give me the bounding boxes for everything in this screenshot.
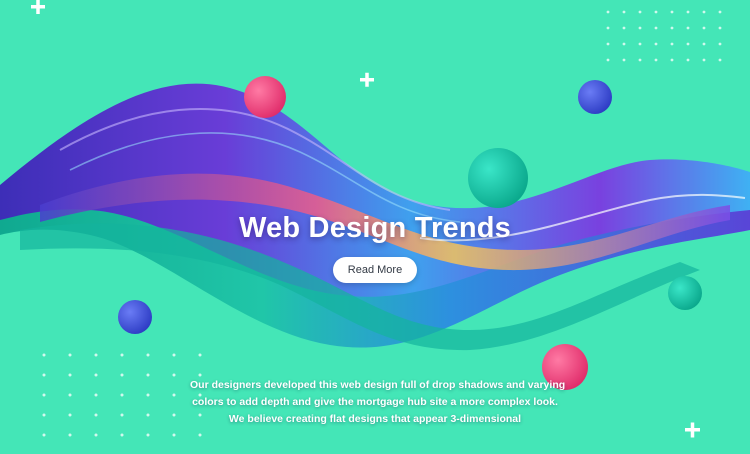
teal-sphere-large <box>468 148 528 208</box>
pink-sphere <box>244 76 286 118</box>
read-more-button[interactable]: Read More <box>333 257 417 283</box>
dot-grid-bottom-left <box>42 353 202 437</box>
description-line: Our designers developed this web design … <box>190 379 566 391</box>
description-line: We believe creating flat designs that ap… <box>228 413 522 425</box>
hero-section: Web Design Trends Read More Our designer… <box>0 0 750 454</box>
description-line: colors to add depth and give the mortgag… <box>192 396 558 408</box>
blue-sphere-left <box>118 300 152 334</box>
blue-sphere-top <box>578 80 612 114</box>
teal-sphere-small <box>668 276 702 310</box>
hero-description: Our designers developed this web design … <box>190 377 566 428</box>
dot-grid-top-right <box>606 10 722 62</box>
hero-title: Web Design Trends <box>239 212 511 244</box>
